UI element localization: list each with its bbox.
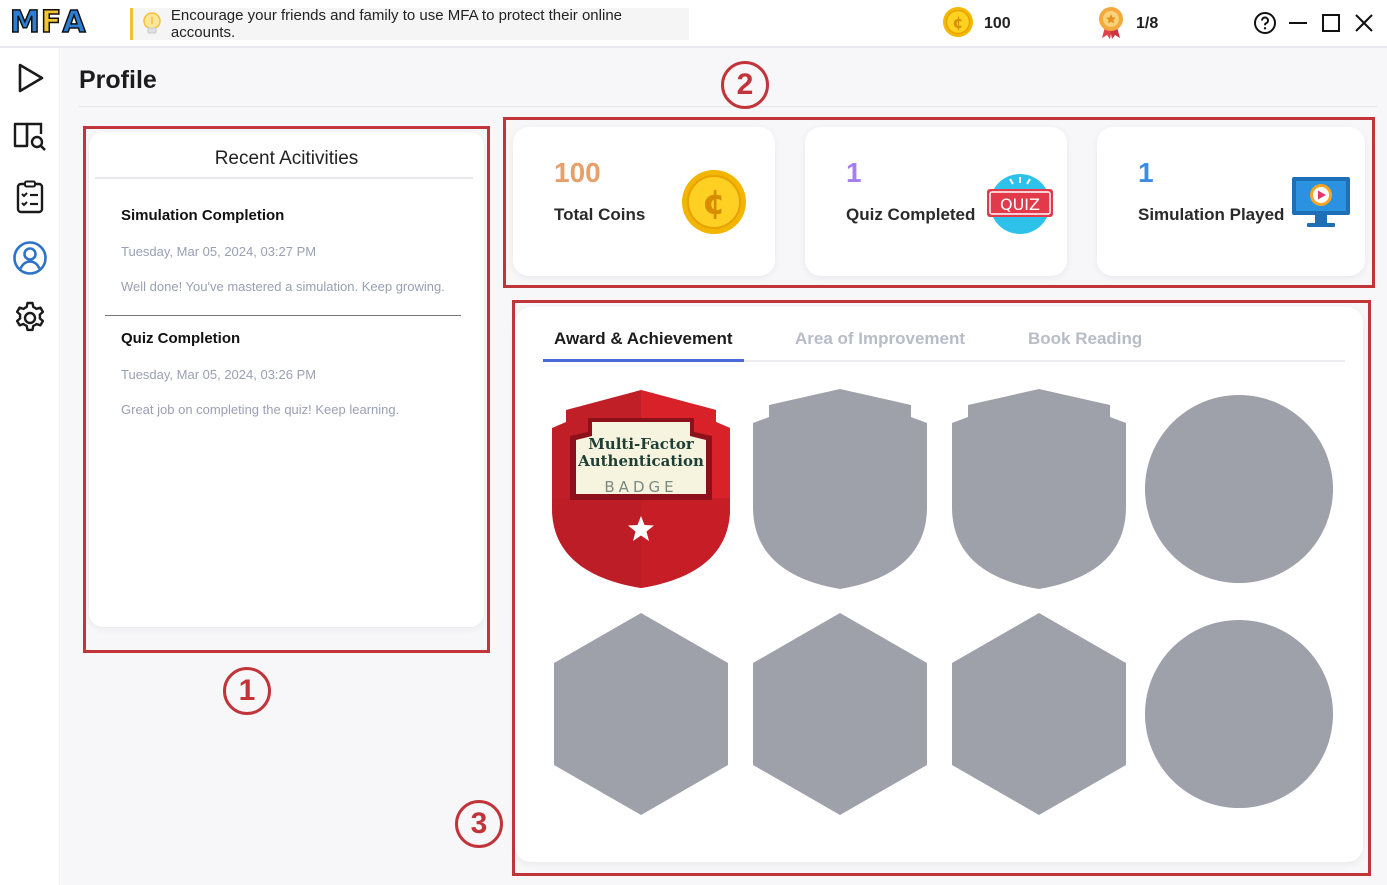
top-bar: M F A Encourage your friends and family … — [0, 0, 1387, 48]
profile-icon — [12, 240, 48, 281]
coin-icon: ¢ — [942, 6, 974, 43]
sidebar-item-quiz[interactable] — [10, 179, 50, 219]
annotation-box-activities — [83, 126, 490, 653]
svg-text:¢: ¢ — [952, 13, 963, 32]
sidebar-item-guide[interactable] — [10, 118, 50, 158]
page-title: Profile — [79, 66, 157, 94]
annotation-marker-2: 2 — [721, 61, 769, 109]
minimize-icon[interactable] — [1285, 10, 1311, 36]
logo-letter-f: F — [40, 5, 62, 40]
main-content: Profile Recent Acitivities Simulation Co… — [61, 48, 1387, 885]
progress-count: 1/8 — [1136, 15, 1159, 32]
logo-letter-a: A — [62, 5, 87, 40]
annotation-marker-3: 3 — [455, 800, 503, 848]
annotation-box-achievements — [512, 300, 1371, 876]
help-icon[interactable] — [1252, 10, 1278, 36]
tip-text: Encourage your friends and family to use… — [170, 7, 622, 41]
coin-count: 100 — [984, 15, 1011, 32]
gear-icon — [12, 300, 48, 341]
sidebar-item-play[interactable] — [10, 60, 50, 100]
sidebar-item-settings[interactable] — [10, 300, 50, 340]
app-logo: M F A — [9, 5, 87, 40]
progress-counter: 1/8 — [1096, 6, 1159, 40]
tip-banner: Encourage your friends and family to use… — [130, 7, 689, 41]
maximize-icon[interactable] — [1318, 10, 1344, 36]
title-divider — [79, 106, 1377, 107]
close-icon[interactable] — [1351, 10, 1377, 36]
lightbulb-icon — [137, 9, 167, 39]
sidebar-item-profile[interactable] — [10, 240, 50, 280]
book-search-icon — [12, 118, 48, 159]
sidebar — [0, 48, 60, 885]
checklist-icon — [13, 180, 47, 219]
logo-letter-m: M — [9, 5, 40, 40]
annotation-marker-1: 1 — [223, 667, 271, 715]
medal-icon — [1096, 5, 1126, 44]
coin-counter: ¢ 100 — [942, 6, 1011, 43]
play-icon — [13, 61, 47, 100]
annotation-box-stats — [503, 117, 1375, 288]
